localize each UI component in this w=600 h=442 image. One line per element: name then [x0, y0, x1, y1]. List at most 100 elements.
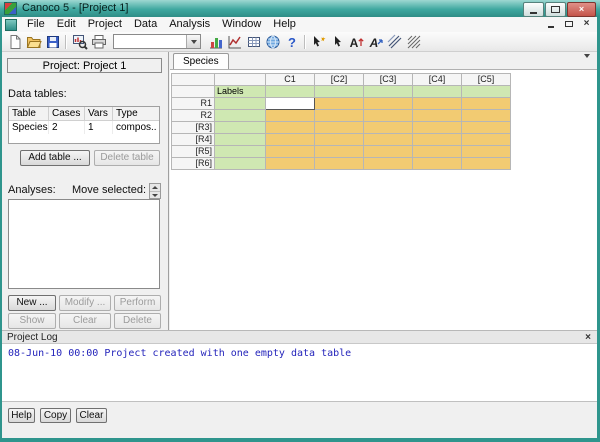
spinner-down-icon[interactable]	[150, 192, 160, 199]
column-header-type[interactable]: Type	[113, 107, 157, 120]
column-label-cell[interactable]	[462, 86, 511, 98]
data-cell[interactable]	[266, 122, 315, 134]
data-cell[interactable]	[462, 158, 511, 170]
column-label-cell[interactable]	[364, 86, 413, 98]
globe-icon[interactable]	[263, 33, 282, 50]
data-cell[interactable]	[413, 158, 462, 170]
data-tables-list[interactable]: Table Cases Vars Type Species 2 1 compos…	[8, 106, 160, 144]
tab-species[interactable]: Species	[173, 53, 229, 69]
data-cell[interactable]	[462, 98, 511, 110]
data-cell[interactable]	[413, 122, 462, 134]
menu-window[interactable]: Window	[216, 17, 267, 32]
data-cell[interactable]	[266, 134, 315, 146]
mdi-close-button[interactable]: ×	[578, 18, 595, 30]
column-header-vars[interactable]: Vars	[85, 107, 113, 120]
cursor-icon[interactable]	[328, 33, 347, 50]
row-header[interactable]: [R4]	[172, 134, 215, 146]
column-header[interactable]: [C3]	[364, 74, 413, 86]
help-icon[interactable]: ?	[282, 33, 301, 50]
add-table-button[interactable]: Add table ...	[20, 150, 90, 166]
labels-row-title[interactable]: Labels	[215, 86, 266, 98]
spinner-up-icon[interactable]	[150, 184, 160, 192]
bar-chart-icon[interactable]	[206, 33, 225, 50]
log-help-button[interactable]: Help	[8, 408, 35, 423]
column-header[interactable]: [C2]	[315, 74, 364, 86]
new-document-icon[interactable]	[5, 33, 24, 50]
minimize-button[interactable]	[523, 2, 544, 17]
data-cell[interactable]	[364, 134, 413, 146]
open-folder-icon[interactable]	[24, 33, 43, 50]
menu-file[interactable]: File	[21, 17, 51, 32]
menu-project[interactable]: Project	[82, 17, 128, 32]
data-cell[interactable]	[413, 134, 462, 146]
row-header[interactable]: R1	[172, 98, 215, 110]
data-cell[interactable]	[462, 122, 511, 134]
row-header[interactable]: R2	[172, 110, 215, 122]
data-cell[interactable]	[266, 158, 315, 170]
data-cell[interactable]	[315, 98, 364, 110]
data-cell[interactable]	[413, 110, 462, 122]
document-system-icon[interactable]	[5, 19, 17, 31]
data-cell[interactable]	[364, 110, 413, 122]
combobox-dropdown-icon[interactable]	[186, 35, 200, 48]
printer-icon[interactable]	[89, 33, 108, 50]
data-cell[interactable]	[315, 122, 364, 134]
row-label-cell[interactable]	[215, 98, 266, 110]
tab-list-dropdown-icon[interactable]	[584, 58, 590, 70]
close-button[interactable]: ×	[567, 2, 596, 17]
column-header[interactable]: [C5]	[462, 74, 511, 86]
data-cell[interactable]	[315, 146, 364, 158]
row-label-cell[interactable]	[215, 158, 266, 170]
menu-edit[interactable]: Edit	[51, 17, 82, 32]
menu-data[interactable]: Data	[128, 17, 163, 32]
data-cell[interactable]	[462, 146, 511, 158]
save-icon[interactable]	[43, 33, 62, 50]
row-label-cell[interactable]	[215, 134, 266, 146]
analysis-combobox[interactable]	[113, 34, 201, 49]
chart-magnifier-icon[interactable]	[70, 33, 89, 50]
row-header[interactable]: [R6]	[172, 158, 215, 170]
data-cell[interactable]	[315, 110, 364, 122]
data-cell[interactable]	[413, 146, 462, 158]
mdi-restore-button[interactable]	[560, 18, 577, 30]
menu-analysis[interactable]: Analysis	[163, 17, 216, 32]
data-cell[interactable]	[315, 134, 364, 146]
log-clear-button[interactable]: Clear	[76, 408, 107, 423]
data-cell[interactable]	[364, 158, 413, 170]
data-cell[interactable]	[266, 146, 315, 158]
data-cell[interactable]	[364, 98, 413, 110]
column-label-cell[interactable]	[266, 86, 315, 98]
log-copy-button[interactable]: Copy	[40, 408, 71, 423]
table-row[interactable]: Species 2 1 compos...	[9, 121, 159, 134]
data-cell[interactable]	[266, 110, 315, 122]
data-cell[interactable]	[462, 110, 511, 122]
data-cell[interactable]	[364, 146, 413, 158]
analyses-listbox[interactable]	[8, 199, 160, 289]
mdi-minimize-button[interactable]	[542, 18, 559, 30]
hatch-lines-icon[interactable]	[385, 33, 404, 50]
column-header[interactable]: [C4]	[413, 74, 462, 86]
column-header-table[interactable]: Table	[9, 107, 49, 120]
text-larger-icon[interactable]: A	[347, 33, 366, 50]
row-header[interactable]: [R3]	[172, 122, 215, 134]
column-header[interactable]: C1	[266, 74, 315, 86]
column-label-cell[interactable]	[413, 86, 462, 98]
row-label-cell[interactable]	[215, 122, 266, 134]
cursor-star-icon[interactable]	[309, 33, 328, 50]
row-header[interactable]: [R5]	[172, 146, 215, 158]
hatch-dense-icon[interactable]	[404, 33, 423, 50]
table-grid-icon[interactable]	[244, 33, 263, 50]
new-analysis-button[interactable]: New ...	[8, 295, 56, 311]
data-cell[interactable]	[315, 158, 364, 170]
selected-data-cell[interactable]	[266, 98, 315, 110]
column-header-cases[interactable]: Cases	[49, 107, 85, 120]
row-label-cell[interactable]	[215, 146, 266, 158]
text-arrow-icon[interactable]: A	[366, 33, 385, 50]
app-icon[interactable]	[4, 2, 17, 15]
species-grid[interactable]: C1[C2][C3][C4][C5] LabelsR1R2[R3][R4][R5]…	[171, 73, 511, 170]
data-cell[interactable]	[364, 122, 413, 134]
data-cell[interactable]	[462, 134, 511, 146]
data-cell[interactable]	[413, 98, 462, 110]
column-label-cell[interactable]	[315, 86, 364, 98]
line-chart-icon[interactable]	[225, 33, 244, 50]
